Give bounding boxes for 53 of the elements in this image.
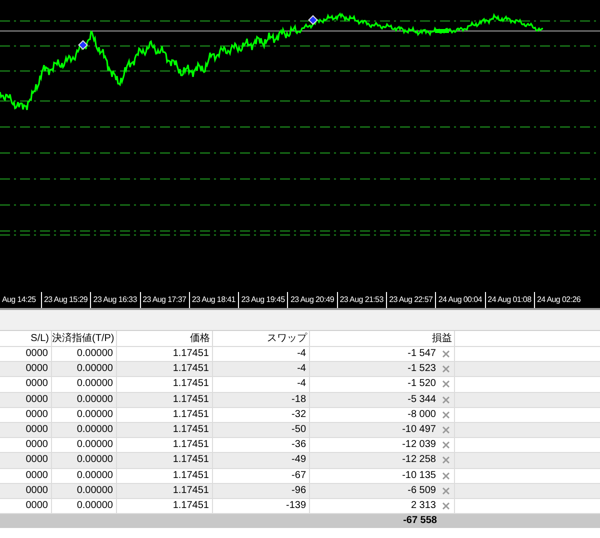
table-cell: -10 135 [402,468,436,483]
trade-marker-icon [78,40,88,50]
table-cell: -12 258 [402,453,436,468]
table-row[interactable]: 0000 0.00000 1.17451 -32 -8 000 [0,408,600,423]
table-row[interactable]: 0000 0.00000 1.17451 -4 -1 547 [0,347,600,362]
column-header[interactable]: スワップ [213,331,310,346]
close-button[interactable] [442,365,450,374]
table-cell: -1 520 [408,377,436,392]
close-button[interactable] [442,396,450,404]
table-row[interactable]: 0000 0.00000 1.17451 -96 -6 509 [0,484,600,499]
column-header[interactable]: 損益 [310,331,455,346]
total-profit: -67 558 [402,514,438,528]
time-label: 23 Aug 19:45 [238,292,288,308]
table-cell: -10 497 [402,423,436,438]
trade-marker-icon [308,15,318,25]
time-label: 23 Aug 21:53 [336,292,386,308]
column-header[interactable]: 価格 [117,331,213,346]
column-header[interactable]: 決済指値(T/P) [52,331,117,346]
time-label: 23 Aug 17:37 [140,292,189,308]
table-cell: -12 039 [402,438,436,452]
table-cell: -6 509 [408,484,436,498]
time-label: 23 Aug 15:29 [41,292,90,308]
time-label: 24 Aug 01:08 [484,292,534,308]
table-cell: -1 547 [408,347,436,362]
time-label: 24 Aug 00:04 [435,292,485,308]
table-row[interactable]: 0000 0.00000 1.17451 -36 -12 039 [0,438,600,454]
close-button[interactable] [442,441,450,450]
table-cell: -1 523 [408,362,436,376]
table-row[interactable]: 0000 0.00000 1.17451 -50 -10 497 [0,422,600,438]
table-row[interactable]: 0000 0.00000 1.17451 -67 -10 135 [0,468,600,484]
column-header[interactable]: S/L) [0,331,52,346]
close-button[interactable] [442,472,450,480]
close-button[interactable] [442,350,450,358]
close-button[interactable] [442,380,450,388]
table-row[interactable]: 0000 0.00000 1.17451 -4 -1 523 [0,362,600,378]
time-label: Aug 14:25 [1,294,37,306]
table-cell: -5 344 [408,392,436,407]
time-label: 23 Aug 20:49 [287,292,337,308]
table-row[interactable]: 0000 0.00000 1.17451 -139 2 313 [0,498,600,514]
time-label: 23 Aug 18:41 [188,292,238,308]
close-button[interactable] [442,410,450,419]
time-label: 24 Aug 02:26 [534,292,584,308]
table-cell: -8 000 [408,408,436,422]
table-cell: 2 313 [410,498,436,513]
close-button[interactable] [442,456,450,464]
close-button[interactable] [442,426,450,434]
time-label: 23 Aug 22:57 [386,292,436,308]
table-row[interactable]: 0000 0.00000 1.17451 -18 -5 344 [0,392,600,408]
close-button[interactable] [442,502,450,510]
table-row[interactable]: 0000 0.00000 1.17451 -49 -12 258 [0,453,600,468]
close-button[interactable] [442,486,450,495]
time-label: 23 Aug 16:33 [90,292,140,308]
table-row[interactable]: 0000 0.00000 1.17451 -4 -1 520 [0,377,600,393]
